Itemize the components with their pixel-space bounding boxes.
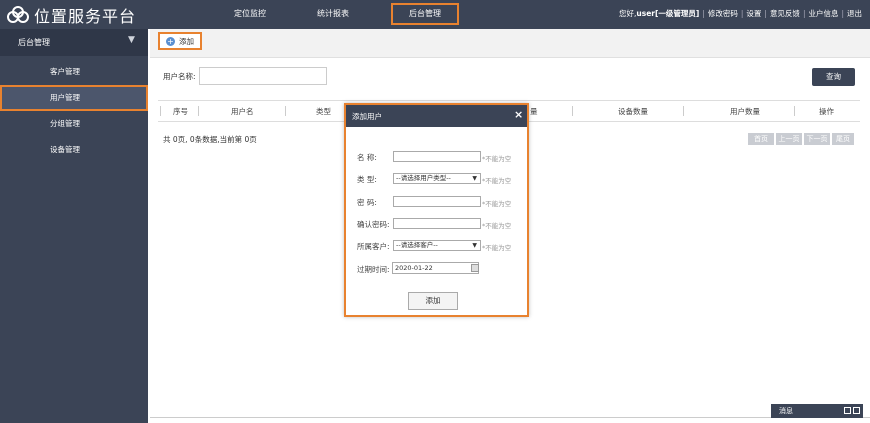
add-button[interactable]: + 添加 — [158, 32, 202, 50]
submit-button[interactable]: 添加 — [408, 292, 458, 310]
query-button[interactable]: 查询 — [812, 68, 855, 86]
sidebar-item-customers[interactable]: 客户管理 — [0, 59, 148, 85]
confirm-password-field[interactable] — [393, 218, 481, 229]
col-actions: 操作 — [819, 107, 834, 116]
app-logo[interactable]: 位置服务平台 — [6, 3, 136, 27]
sidebar: 后台管理 ▼ 客户管理 用户管理 分组管理 设备管理 — [0, 29, 148, 423]
link-feedback[interactable]: 意见反馈 — [770, 9, 800, 18]
confirm-password-label: 确认密码: — [357, 220, 390, 229]
required-hint: *不能为空 — [482, 244, 512, 252]
greeting: 您好, — [619, 9, 637, 18]
link-logout[interactable]: 退出 — [847, 9, 862, 18]
col-username: 用户名 — [231, 107, 254, 116]
sidebar-item-users[interactable]: 用户管理 — [0, 85, 148, 111]
required-hint: *不能为空 — [482, 222, 512, 230]
message-label: 消息 — [779, 407, 793, 415]
required-hint: *不能为空 — [482, 155, 512, 163]
user-type-value: --请选择用户类型-- — [396, 174, 451, 182]
sidebar-header[interactable]: 后台管理 ▼ — [0, 29, 148, 56]
top-bar: 位置服务平台 定位监控 统计报表 后台管理 您好,user[一级管理员] | 修改密… — [0, 0, 870, 29]
name-label: 名 称: — [357, 153, 377, 162]
col-count: 量 — [530, 107, 538, 116]
add-button-label: 添加 — [179, 36, 194, 46]
nav-admin[interactable]: 后台管理 — [391, 3, 459, 25]
name-field[interactable] — [393, 151, 481, 162]
sidebar-item-groups[interactable]: 分组管理 — [0, 111, 148, 137]
customer-label: 所属客户: — [357, 242, 390, 251]
first-page-button[interactable]: 首页 — [748, 133, 774, 145]
last-page-button[interactable]: 尾页 — [832, 133, 854, 145]
password-label: 密 码: — [357, 198, 377, 207]
sidebar-header-label: 后台管理 — [18, 38, 50, 47]
maximize-icon[interactable] — [853, 407, 860, 414]
customer-select[interactable]: --请选择客户-- ▼ — [393, 240, 481, 251]
toolbar: + 添加 — [150, 29, 870, 58]
user-role: [一级管理员] — [654, 9, 700, 18]
expire-date-value: 2020-01-22 — [395, 264, 433, 272]
minimize-icon[interactable] — [844, 407, 851, 414]
next-page-button[interactable]: 下一页 — [804, 133, 830, 145]
link-settings[interactable]: 设置 — [746, 9, 761, 18]
col-type: 类型 — [316, 107, 331, 116]
dialog-header: 添加用户 × — [346, 105, 527, 127]
dropdown-arrow-icon: ▼ — [472, 242, 477, 249]
expire-date-field[interactable]: 2020-01-22 — [392, 262, 479, 274]
password-field[interactable] — [393, 196, 481, 207]
dialog-title: 添加用户 — [352, 112, 382, 121]
nav-statistics[interactable]: 统计报表 — [305, 3, 361, 25]
nav-location-monitor[interactable]: 定位监控 — [222, 3, 278, 25]
username: user — [636, 9, 655, 18]
required-hint: *不能为空 — [482, 177, 512, 185]
user-type-select[interactable]: --请选择用户类型-- ▼ — [393, 173, 481, 184]
dropdown-arrow-icon: ▼ — [472, 175, 477, 182]
link-change-password[interactable]: 修改密码 — [708, 9, 738, 18]
required-hint: *不能为空 — [482, 200, 512, 208]
type-label: 类 型: — [357, 175, 377, 184]
username-search-input[interactable] — [199, 67, 327, 85]
pagination-info: 共 0页, 0条数据,当前第 0页 — [163, 135, 257, 144]
link-account-info[interactable]: 业户信息 — [808, 9, 838, 18]
app-title: 位置服务平台 — [34, 7, 137, 26]
user-bar: 您好,user[一级管理员] | 修改密码 | 设置 | 意见反馈 | 业户信息 | 退出 — [619, 9, 862, 18]
cloud-logo-icon — [7, 6, 29, 23]
add-user-dialog: 添加用户 × 名 称: *不能为空 类 型: --请选择用户类型-- ▼ *不能… — [344, 103, 529, 317]
message-bar[interactable]: 消息 — [771, 404, 863, 418]
divider — [150, 417, 870, 418]
chevron-down-icon: ▼ — [128, 35, 135, 45]
customer-value: --请选择客户-- — [396, 241, 438, 249]
search-label: 用户名称: — [163, 72, 196, 81]
prev-page-button[interactable]: 上一页 — [776, 133, 802, 145]
expire-label: 过期时间: — [357, 265, 390, 274]
calendar-icon[interactable] — [471, 264, 479, 272]
plus-icon: + — [166, 36, 175, 46]
col-user-count: 用户数量 — [730, 107, 760, 116]
col-device-count: 设备数量 — [618, 107, 648, 116]
close-icon[interactable]: × — [514, 108, 523, 121]
col-index: 序号 — [173, 107, 188, 116]
sidebar-item-devices[interactable]: 设备管理 — [0, 137, 148, 163]
